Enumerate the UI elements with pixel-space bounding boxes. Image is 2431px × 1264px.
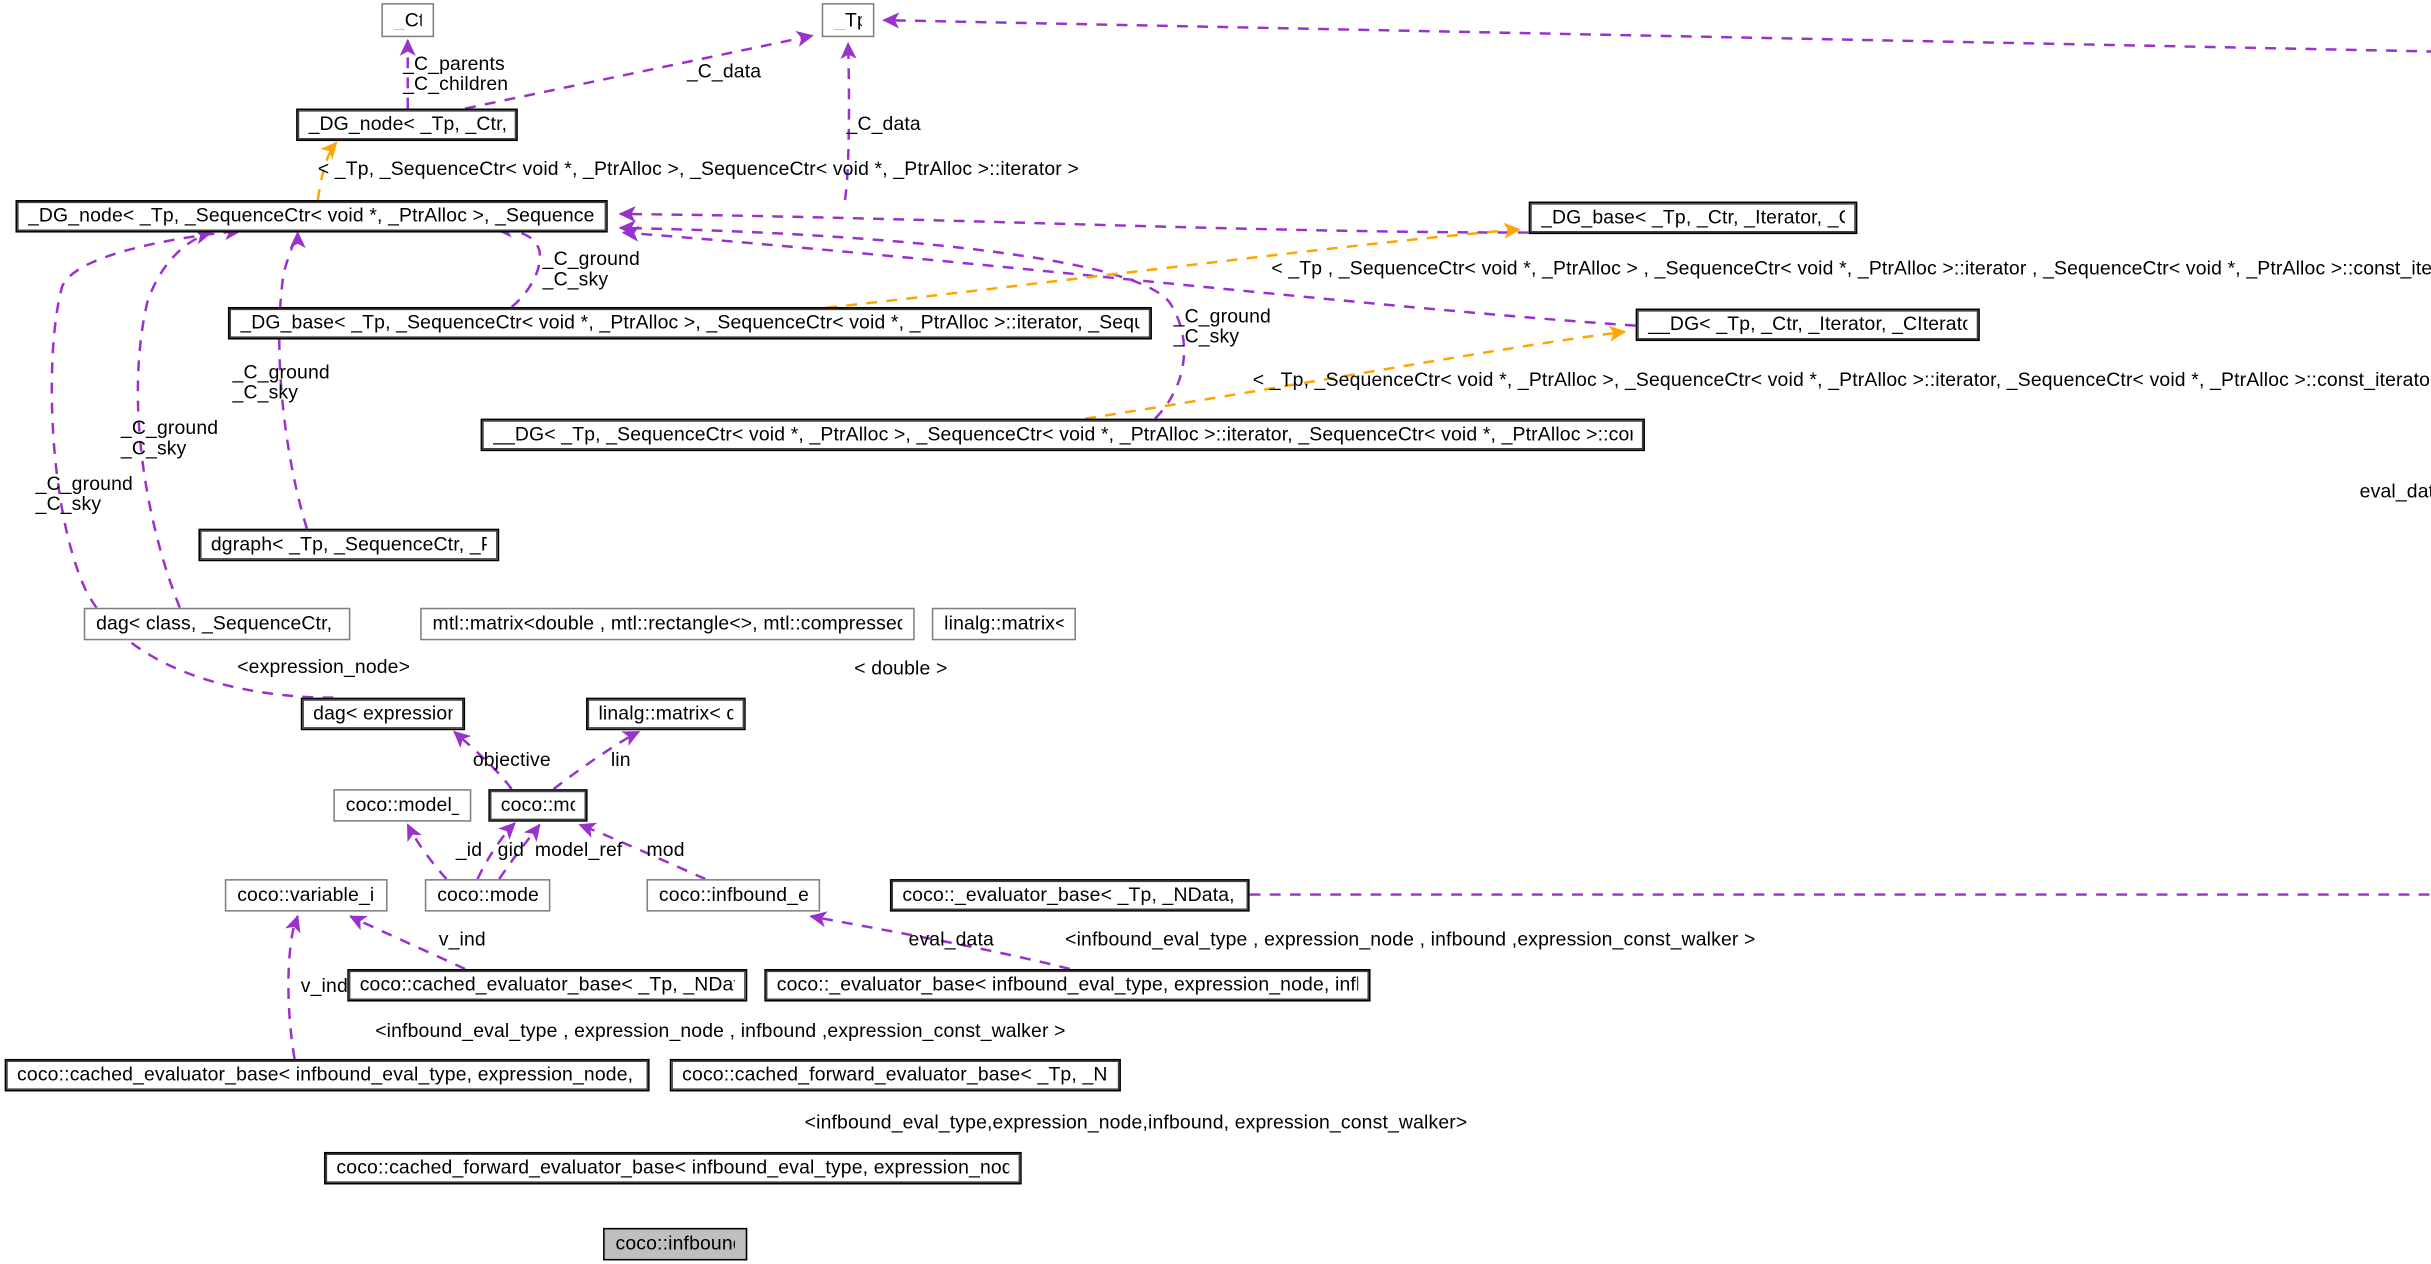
edge-label-lbl_gid: gid (497, 838, 525, 861)
edge-label-lbl_v_ind_1: v_ind (438, 928, 486, 951)
edge-label-lbl_model_ref: model_ref (534, 838, 623, 861)
class-node-dgnode_i[interactable]: _DG_node< _Tp, _SequenceCtr< void *, _Pt… (15, 199, 608, 233)
class-node-cached_ev_t[interactable]: coco::cached_evaluator_base< _Tp, _NData… (347, 968, 748, 1002)
edge-label-lbl_mod: mod (646, 838, 685, 861)
class-node-infb_eval_type[interactable]: coco::infbound_eval_type (646, 879, 821, 912)
diagram-scale-wrapper: _DG_node<_Tp,_Ctr,_Iterator> --> _DG_bas… (0, 0, 2431, 1264)
class-node-label: coco::cached_forward_evaluator_base< _Tp… (682, 1065, 1108, 1085)
edge-label-lbl_eval_data_right: eval_data (2359, 480, 2431, 503)
class-node-label: mtl::matrix<double , mtl::rectangle<>, m… (432, 614, 903, 634)
class-node-label: __DG< _Tp, _Ctr, _Iterator, _CIterator, … (1648, 315, 1967, 335)
edge-label-lbl_id: _id (455, 838, 483, 861)
class-node-dg_i[interactable]: __DG< _Tp, _SequenceCtr< void *, _PtrAll… (480, 418, 1645, 452)
class-node-model_iddata[interactable]: coco::model_iddata (333, 789, 472, 822)
class-node-infbound_eval[interactable]: coco::infbound_eval (603, 1227, 748, 1261)
class-node-label: dgraph< _Tp, _SequenceCtr, _PtrAlloc, _A… (210, 535, 487, 555)
class-node-ev_base_t[interactable]: coco::_evaluator_base< _Tp, _NData, _Res… (889, 879, 1250, 912)
class-node-ev_base_i[interactable]: coco::_evaluator_base< infbound_eval_typ… (764, 968, 1371, 1002)
class-node-dgraph[interactable]: dgraph< _Tp, _SequenceCtr, _PtrAlloc, _A… (198, 528, 500, 562)
edge-label-lbl_c_parents_children: _C_parents _C_children (403, 52, 509, 95)
class-node-dg_t[interactable]: __DG< _Tp, _Ctr, _Iterator, _CIterator, … (1635, 308, 1980, 342)
class-node-cached_fwd_t[interactable]: coco::cached_forward_evaluator_base< _Tp… (669, 1058, 1121, 1092)
class-node-label: coco::infbound_eval (615, 1234, 735, 1254)
class-node-label: linalg::matrix< _Tp > (944, 614, 1064, 634)
class-node-label: coco::cached_evaluator_base< infbound_ev… (17, 1065, 637, 1085)
edge-label-lbl_ground_sky_5: _C_ground _C_sky (35, 472, 133, 515)
class-node-linalg_double[interactable]: linalg::matrix< double > (586, 697, 746, 731)
edge-label-lbl_c_data_top: _C_data (686, 60, 762, 83)
collaboration-diagram-canvas: _DG_node<_Tp,_Ctr,_Iterator> --> _DG_bas… (0, 0, 2431, 1264)
class-node-label: dag< expression_node > (313, 704, 453, 724)
class-node-variable_ind[interactable]: coco::variable_indicator (224, 879, 388, 912)
class-node-cached_ev_i[interactable]: coco::cached_evaluator_base< infbound_ev… (4, 1058, 650, 1092)
class-node-label: _DG_node< _Tp, _SequenceCtr< void *, _Pt… (27, 206, 595, 226)
class-node-tp[interactable]: _Tp (821, 3, 875, 38)
edge-label-lbl_ground_sky_1: _C_ground _C_sky (542, 248, 640, 290)
class-node-label: _DG_base< _Tp, _Ctr, _Iterator, _CIterat… (1541, 208, 1845, 228)
class-node-dag_class[interactable]: dag< class, _SequenceCtr, class, class > (83, 607, 351, 641)
class-node-model_gid[interactable]: coco::model_gid (424, 879, 551, 912)
class-node-label: dag< class, _SequenceCtr, class, class > (96, 614, 338, 634)
edge-label-lbl_ground_sky_2: _C_ground _C_sky (1173, 305, 1271, 348)
class-node-label: _Tp (834, 10, 862, 30)
class-node-label: _DG_base< _Tp, _SequenceCtr< void *, _Pt… (240, 313, 1139, 333)
class-node-dgbase_t[interactable]: _DG_base< _Tp, _Ctr, _Iterator, _CIterat… (1528, 201, 1858, 235)
class-node-label: _DG_node< _Tp, _Ctr, _Iterator > (308, 115, 506, 135)
class-node-label: coco::model_gid (437, 885, 538, 906)
class-node-label: coco::model_iddata (345, 795, 459, 816)
edge-label-lbl_c_data_tp: _C_data (846, 113, 921, 135)
class-node-linalg_tp[interactable]: linalg::matrix< _Tp > (931, 607, 1076, 641)
class-node-cached_fwd_i[interactable]: coco::cached_forward_evaluator_base< inf… (324, 1151, 1022, 1185)
edge-label-lbl_tmpl_cached: <infbound_eval_type , expression_node , … (375, 1020, 1066, 1042)
class-node-label: coco::_evaluator_base< infbound_eval_typ… (776, 975, 1358, 995)
edge-label-lbl_lin: lin (610, 748, 631, 771)
class-node-label: coco::variable_indicator (237, 885, 375, 906)
class-node-label: coco::model (500, 795, 575, 816)
edge-label-lbl_double: < double > (854, 657, 948, 680)
class-node-mtl_matrix[interactable]: mtl::matrix<double , mtl::rectangle<>, m… (420, 607, 915, 641)
class-node-ctr[interactable]: _Ctr (381, 3, 435, 38)
class-node-label: __DG< _Tp, _SequenceCtr< void *, _PtrAll… (493, 425, 1633, 445)
class-node-dgbase_i[interactable]: _DG_base< _Tp, _SequenceCtr< void *, _Pt… (227, 306, 1152, 340)
edge-label-lbl_tmpl_evbase: <infbound_eval_type , expression_node , … (1065, 928, 1756, 951)
edge-label-lbl_ground_sky_4: _C_ground _C_sky (120, 417, 219, 459)
class-node-label: coco::_evaluator_base< _Tp, _NData, _Res… (902, 885, 1237, 906)
edge-label-lbl_tmpl_dg: < _Tp, _SequenceCtr< void *, _PtrAlloc >… (1252, 368, 2431, 391)
class-node-label: coco::cached_forward_evaluator_base< inf… (336, 1158, 1009, 1178)
edge-label-lbl_tmpl_cached_fwd: <infbound_eval_type,expression_node,infb… (804, 1111, 1468, 1134)
edge-label-lbl_v_ind_2: v_ind (300, 975, 348, 997)
class-node-model[interactable]: coco::model (488, 789, 588, 822)
class-node-label: _Ctr (393, 10, 422, 30)
class-node-dag_expr[interactable]: dag< expression_node > (300, 697, 466, 731)
class-node-dgnode_t[interactable]: _DG_node< _Tp, _Ctr, _Iterator > (296, 108, 518, 142)
class-node-label: coco::cached_evaluator_base< _Tp, _NData… (359, 975, 735, 995)
edge-label-lbl_ground_sky_3: _C_ground _C_sky (232, 361, 330, 404)
class-node-label: coco::infbound_eval_type (658, 885, 808, 906)
edge-label-lbl_objective: objective (472, 748, 551, 771)
edge-label-lbl_tmpl_dgnode: < _Tp, _SequenceCtr< void *, _PtrAlloc >… (317, 158, 1079, 180)
edge-label-lbl_eval_data: eval_data (908, 928, 994, 951)
edge-label-lbl_tmpl_dgbase: < _Tp , _SequenceCtr< void *, _PtrAlloc … (1271, 257, 2431, 280)
class-node-label: linalg::matrix< double > (598, 704, 733, 724)
edge-label-lbl_expression_node: <expression_node> (237, 655, 411, 678)
